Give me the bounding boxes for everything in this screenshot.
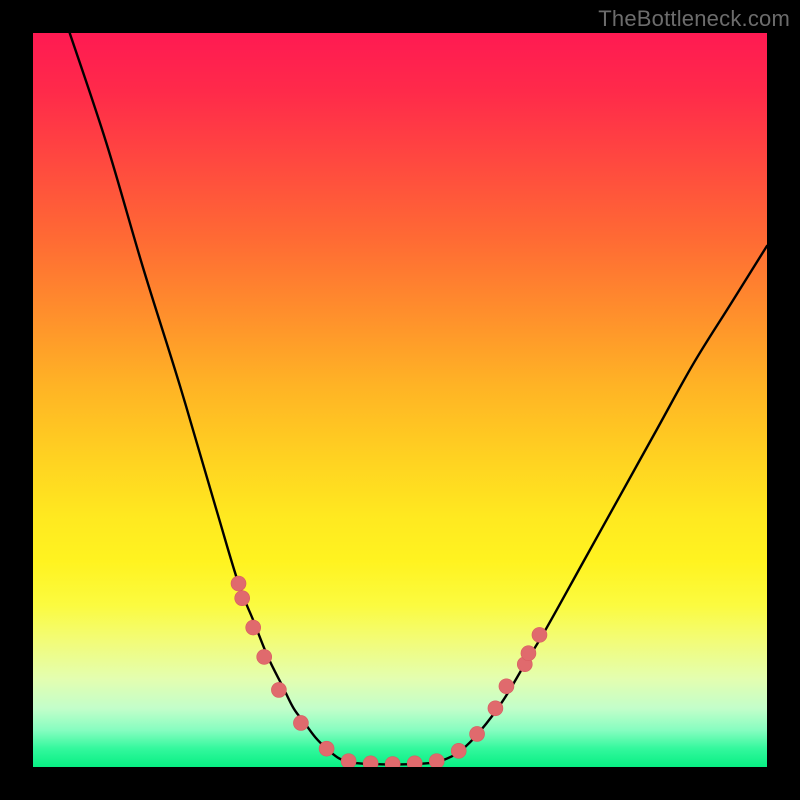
sample-point [341,754,356,767]
sample-point [257,649,272,664]
sample-point [246,620,261,635]
bottleneck-curve [70,33,767,764]
sample-point [470,726,485,741]
sample-point [407,756,422,767]
chart-stage: TheBottleneck.com [0,0,800,800]
watermark-text: TheBottleneck.com [598,6,790,32]
sample-point [532,627,547,642]
sample-point [319,741,334,756]
plot-area [33,33,767,767]
curve-layer [33,33,767,767]
sample-point [293,715,308,730]
sample-markers [231,576,547,767]
sample-point [385,757,400,767]
curve-right [437,246,767,763]
sample-point [231,576,246,591]
sample-point [363,756,378,767]
sample-point [451,743,466,758]
sample-point [488,701,503,716]
sample-point [235,591,250,606]
sample-point [521,646,536,661]
sample-point [499,679,514,694]
curve-left [70,33,349,763]
sample-point [271,682,286,697]
sample-point [429,754,444,767]
